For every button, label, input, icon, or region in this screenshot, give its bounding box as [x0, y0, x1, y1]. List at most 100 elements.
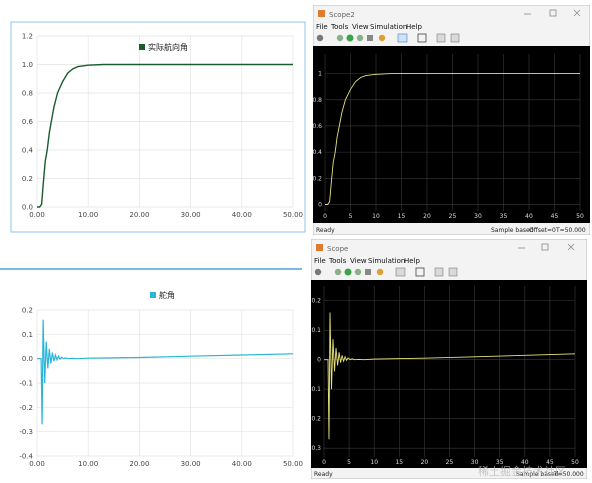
zoom-icon[interactable] [397, 33, 408, 43]
y-tick-label: -0.3 [19, 428, 33, 436]
zoom-icon[interactable] [395, 267, 406, 277]
scope-x-tick-label: 20 [423, 213, 431, 220]
y-tick-label: 1.0 [22, 61, 33, 69]
scope-x-tick-label: 25 [449, 213, 457, 220]
scope-y-tick-label: -0.2 [311, 416, 321, 423]
scope-y-tick-label: 0.6 [313, 123, 322, 130]
scope-x-tick-label: 30 [474, 213, 482, 220]
menu-help[interactable]: Help [404, 257, 421, 265]
status-ready: Ready [316, 227, 335, 234]
y-tick-label: 0.2 [22, 175, 33, 183]
scope-x-tick-label: 20 [421, 459, 429, 466]
scope-window-icon [318, 10, 325, 17]
y-tick-label: 0.0 [22, 355, 33, 363]
settings-icon[interactable] [316, 34, 324, 42]
menu-simulation[interactable]: Simulation [370, 23, 407, 31]
window-title: Scope [327, 245, 348, 253]
scope2-window: Scope2 File Tools View Simulation Help 1… [313, 5, 590, 235]
x-tick-label: 50.00 [283, 211, 303, 219]
legend-label: 实际航向角 [148, 42, 188, 52]
series-line-rudder [37, 319, 294, 425]
x-tick-label: 20.00 [129, 460, 149, 468]
menu-help[interactable]: Help [406, 23, 423, 31]
scope-y-tick-label: 0 [317, 357, 321, 364]
scope-x-tick-label: 0 [323, 213, 327, 220]
status-offset: Offset=0 [529, 227, 556, 234]
scope-plot-area [313, 46, 590, 223]
settings-icon[interactable] [314, 268, 322, 276]
legend-label: 舵角 [159, 290, 175, 300]
legend-swatch [150, 292, 156, 298]
scope-x-tick-label: 10 [370, 459, 378, 466]
scope-y-tick-label: 0.4 [313, 149, 322, 156]
x-tick-label: 10.00 [78, 211, 98, 219]
edit-icon[interactable] [450, 33, 460, 43]
menu-tools[interactable]: Tools [328, 257, 347, 265]
x-tick-label: 0.00 [29, 211, 45, 219]
stop-icon[interactable] [367, 35, 373, 41]
scope-y-tick-label: -0.3 [311, 445, 321, 452]
scope-plot-area [311, 280, 587, 468]
rudder-angle-chart: -0.4-0.3-0.2-0.10.00.10.2 0.00 10.00 20.00… [0, 268, 303, 468]
scope-y-tick-label: 0.8 [313, 97, 322, 104]
scope-y-tick-label: 0.1 [311, 327, 321, 334]
scope-x-tick-label: 40 [525, 213, 533, 220]
y-tick-label: 0.8 [22, 90, 33, 98]
x-tick-label: 0.00 [29, 460, 45, 468]
watermark: 稀土掘金技术社区 [478, 465, 566, 478]
scope-y-tick-label: 0.2 [311, 298, 321, 305]
scope-y-tick-label: 0 [318, 201, 322, 208]
x-tick-label: 30.00 [181, 211, 201, 219]
y-tick-label: 0.1 [22, 331, 33, 339]
scope-x-tick-label: 45 [551, 213, 559, 220]
edit-icon[interactable] [448, 267, 458, 277]
legend-swatch [139, 44, 145, 50]
scope-y-tick-label: 0.2 [313, 175, 322, 182]
x-tick-label: 10.00 [78, 460, 98, 468]
menu-file[interactable]: File [316, 23, 328, 31]
stop-icon[interactable] [365, 269, 371, 275]
menu-bar: File Tools View Simulation Help [314, 257, 421, 265]
scope-x-tick-label: 50 [571, 459, 579, 466]
window-title: Scope2 [329, 11, 355, 19]
scope-x-tick-label: 25 [446, 459, 454, 466]
y-tick-label: -0.2 [19, 404, 33, 412]
menu-tools[interactable]: Tools [330, 23, 349, 31]
heading-angle-chart: 0.00.20.40.60.81.01.2 0.00 10.00 20.00 30.0… [10, 21, 306, 233]
cursor-icon[interactable] [436, 33, 446, 43]
scope-x-tick-label: 50 [576, 213, 584, 220]
step-back-icon[interactable] [334, 268, 342, 276]
menu-simulation[interactable]: Simulation [368, 257, 405, 265]
scope-x-tick-label: 0 [322, 459, 326, 466]
x-axis-ticks: 0.00 10.00 20.00 30.00 40.00 50.00 [29, 460, 303, 468]
scope-window: Scope File Tools View Simulation Help 0.… [311, 239, 587, 479]
highlight-icon[interactable] [376, 268, 384, 276]
highlight-icon[interactable] [378, 34, 386, 42]
scope-x-tick-label: 5 [347, 459, 351, 466]
y-tick-label: -0.1 [19, 380, 33, 388]
step-forward-icon[interactable] [354, 268, 362, 276]
menu-file[interactable]: File [314, 257, 326, 265]
step-forward-icon[interactable] [356, 34, 364, 42]
x-tick-label: 30.00 [181, 460, 201, 468]
scope-window-icon [316, 244, 323, 251]
y-tick-label: 0.4 [22, 147, 34, 155]
menu-view[interactable]: View [352, 23, 369, 31]
y-tick-label: 0.2 [22, 307, 33, 315]
run-icon[interactable] [344, 268, 352, 276]
x-tick-label: 40.00 [232, 460, 252, 468]
cursor-icon[interactable] [434, 267, 444, 277]
scope-y-tick-label: -0.1 [311, 386, 321, 393]
y-tick-label: 1.2 [22, 33, 33, 41]
run-icon[interactable] [346, 34, 354, 42]
status-ready: Ready [314, 471, 333, 478]
step-back-icon[interactable] [336, 34, 344, 42]
x-tick-label: 20.00 [129, 211, 149, 219]
menu-bar: File Tools View Simulation Help [316, 23, 423, 31]
scope-y-tick-label: 1 [318, 71, 322, 78]
scope-x-tick-label: 15 [395, 459, 403, 466]
status-sample: Sample based [491, 227, 534, 234]
menu-view[interactable]: View [350, 257, 367, 265]
status-time: T=50.000 [555, 227, 586, 234]
chart-grid [36, 309, 294, 457]
